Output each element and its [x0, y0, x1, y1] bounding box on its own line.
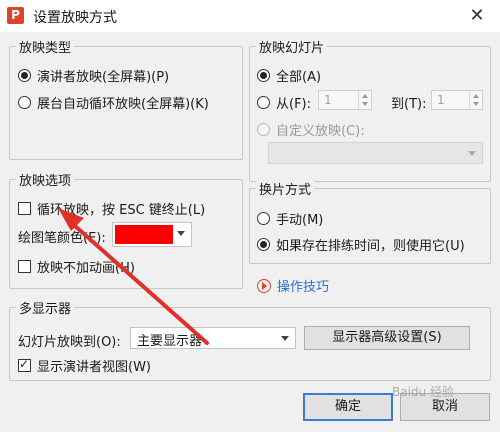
radio-kiosk-mode[interactable]: 展台自动循环放映(全屏幕)(K) — [18, 93, 209, 112]
slides-legend: 放映幻灯片 — [256, 37, 328, 56]
dialog-title: 设置放映方式 — [33, 10, 117, 26]
spinner-arrows-icon[interactable] — [358, 91, 371, 109]
close-icon[interactable]: ✕ — [464, 4, 490, 28]
radio-button[interactable] — [18, 96, 31, 109]
no-animation-label: 放映不加动画(H) — [37, 261, 135, 276]
show-options-legend: 放映选项 — [16, 170, 75, 189]
show-type-legend: 放映类型 — [16, 37, 75, 56]
radio-manual[interactable]: 手动(M) — [257, 209, 323, 228]
pen-color-swatch — [115, 225, 173, 244]
radio-all-slides[interactable]: 全部(A) — [257, 66, 321, 85]
presenter-view-checkbox[interactable]: 显示演讲者视图(W) — [18, 356, 151, 375]
radio-button-selected[interactable] — [18, 69, 31, 82]
radio-presenter-label: 演讲者放映(全屏幕)(P) — [37, 70, 170, 85]
monitor-dropdown[interactable]: 主要显示器 — [130, 327, 296, 349]
pen-color-label: 绘图笔颜色(E): — [18, 231, 106, 246]
loop-checkbox[interactable]: 循环放映，按 ESC 键终止(L) — [18, 199, 205, 218]
presenter-view-label: 显示演讲者视图(W) — [37, 360, 151, 375]
to-value: 1 — [437, 93, 445, 107]
title-bar: P 设置放映方式 ✕ — [0, 0, 500, 32]
custom-show-dropdown[interactable] — [268, 142, 483, 164]
tips-link-text[interactable]: 操作技巧 — [277, 276, 329, 295]
radio-button-selected[interactable] — [257, 238, 270, 251]
play-on-label: 幻灯片放映到(O): — [18, 335, 121, 350]
from-spinner[interactable]: 1 — [318, 90, 372, 110]
monitor-dropdown-value: 主要显示器 — [137, 334, 203, 349]
checkbox-checked[interactable] — [18, 357, 31, 372]
presentation-app-icon: P — [7, 7, 24, 24]
tips-link[interactable]: 操作技巧 — [257, 276, 329, 295]
radio-button[interactable] — [257, 212, 270, 225]
spinner-arrows-icon[interactable] — [469, 91, 482, 109]
radio-slide-range[interactable]: 从(F): — [257, 93, 311, 112]
radio-custom-show[interactable]: 自定义放映(C): — [257, 120, 365, 139]
advanced-monitor-settings-button[interactable]: 显示器高级设置(S) — [304, 326, 470, 350]
multi-monitor-legend: 多显示器 — [16, 298, 75, 317]
manual-label: 手动(M) — [276, 213, 324, 228]
chevron-down-icon — [468, 151, 476, 156]
chevron-down-icon — [281, 336, 289, 341]
play-tips-icon — [257, 278, 271, 293]
radio-button-selected[interactable] — [257, 69, 270, 82]
no-animation-checkbox[interactable]: 放映不加动画(H) — [18, 257, 135, 276]
to-spinner[interactable]: 1 — [431, 90, 483, 110]
all-slides-label: 全部(A) — [276, 70, 322, 85]
advance-legend: 换片方式 — [256, 179, 315, 198]
ok-button[interactable]: 确定 — [303, 393, 393, 421]
radio-button[interactable] — [257, 96, 270, 109]
checkbox[interactable] — [18, 260, 31, 273]
from-value: 1 — [324, 93, 332, 107]
watermark: Baidu 经验 — [392, 385, 454, 399]
custom-show-label: 自定义放映(C): — [276, 124, 365, 139]
radio-presenter-mode[interactable]: 演讲者放映(全屏幕)(P) — [18, 66, 169, 85]
chevron-down-icon — [177, 231, 185, 236]
radio-use-timings[interactable]: 如果存在排练时间，则使用它(U) — [257, 235, 465, 254]
checkbox[interactable] — [18, 202, 31, 215]
radio-kiosk-label: 展台自动循环放映(全屏幕)(K) — [37, 97, 209, 112]
pen-color-picker[interactable] — [112, 222, 192, 247]
loop-label: 循环放映，按 ESC 键终止(L) — [37, 203, 206, 218]
radio-button-disabled[interactable] — [257, 123, 270, 136]
use-timings-label: 如果存在排练时间，则使用它(U) — [276, 239, 465, 254]
to-label: 到(T): — [391, 97, 427, 112]
from-label: 从(F): — [276, 97, 312, 112]
